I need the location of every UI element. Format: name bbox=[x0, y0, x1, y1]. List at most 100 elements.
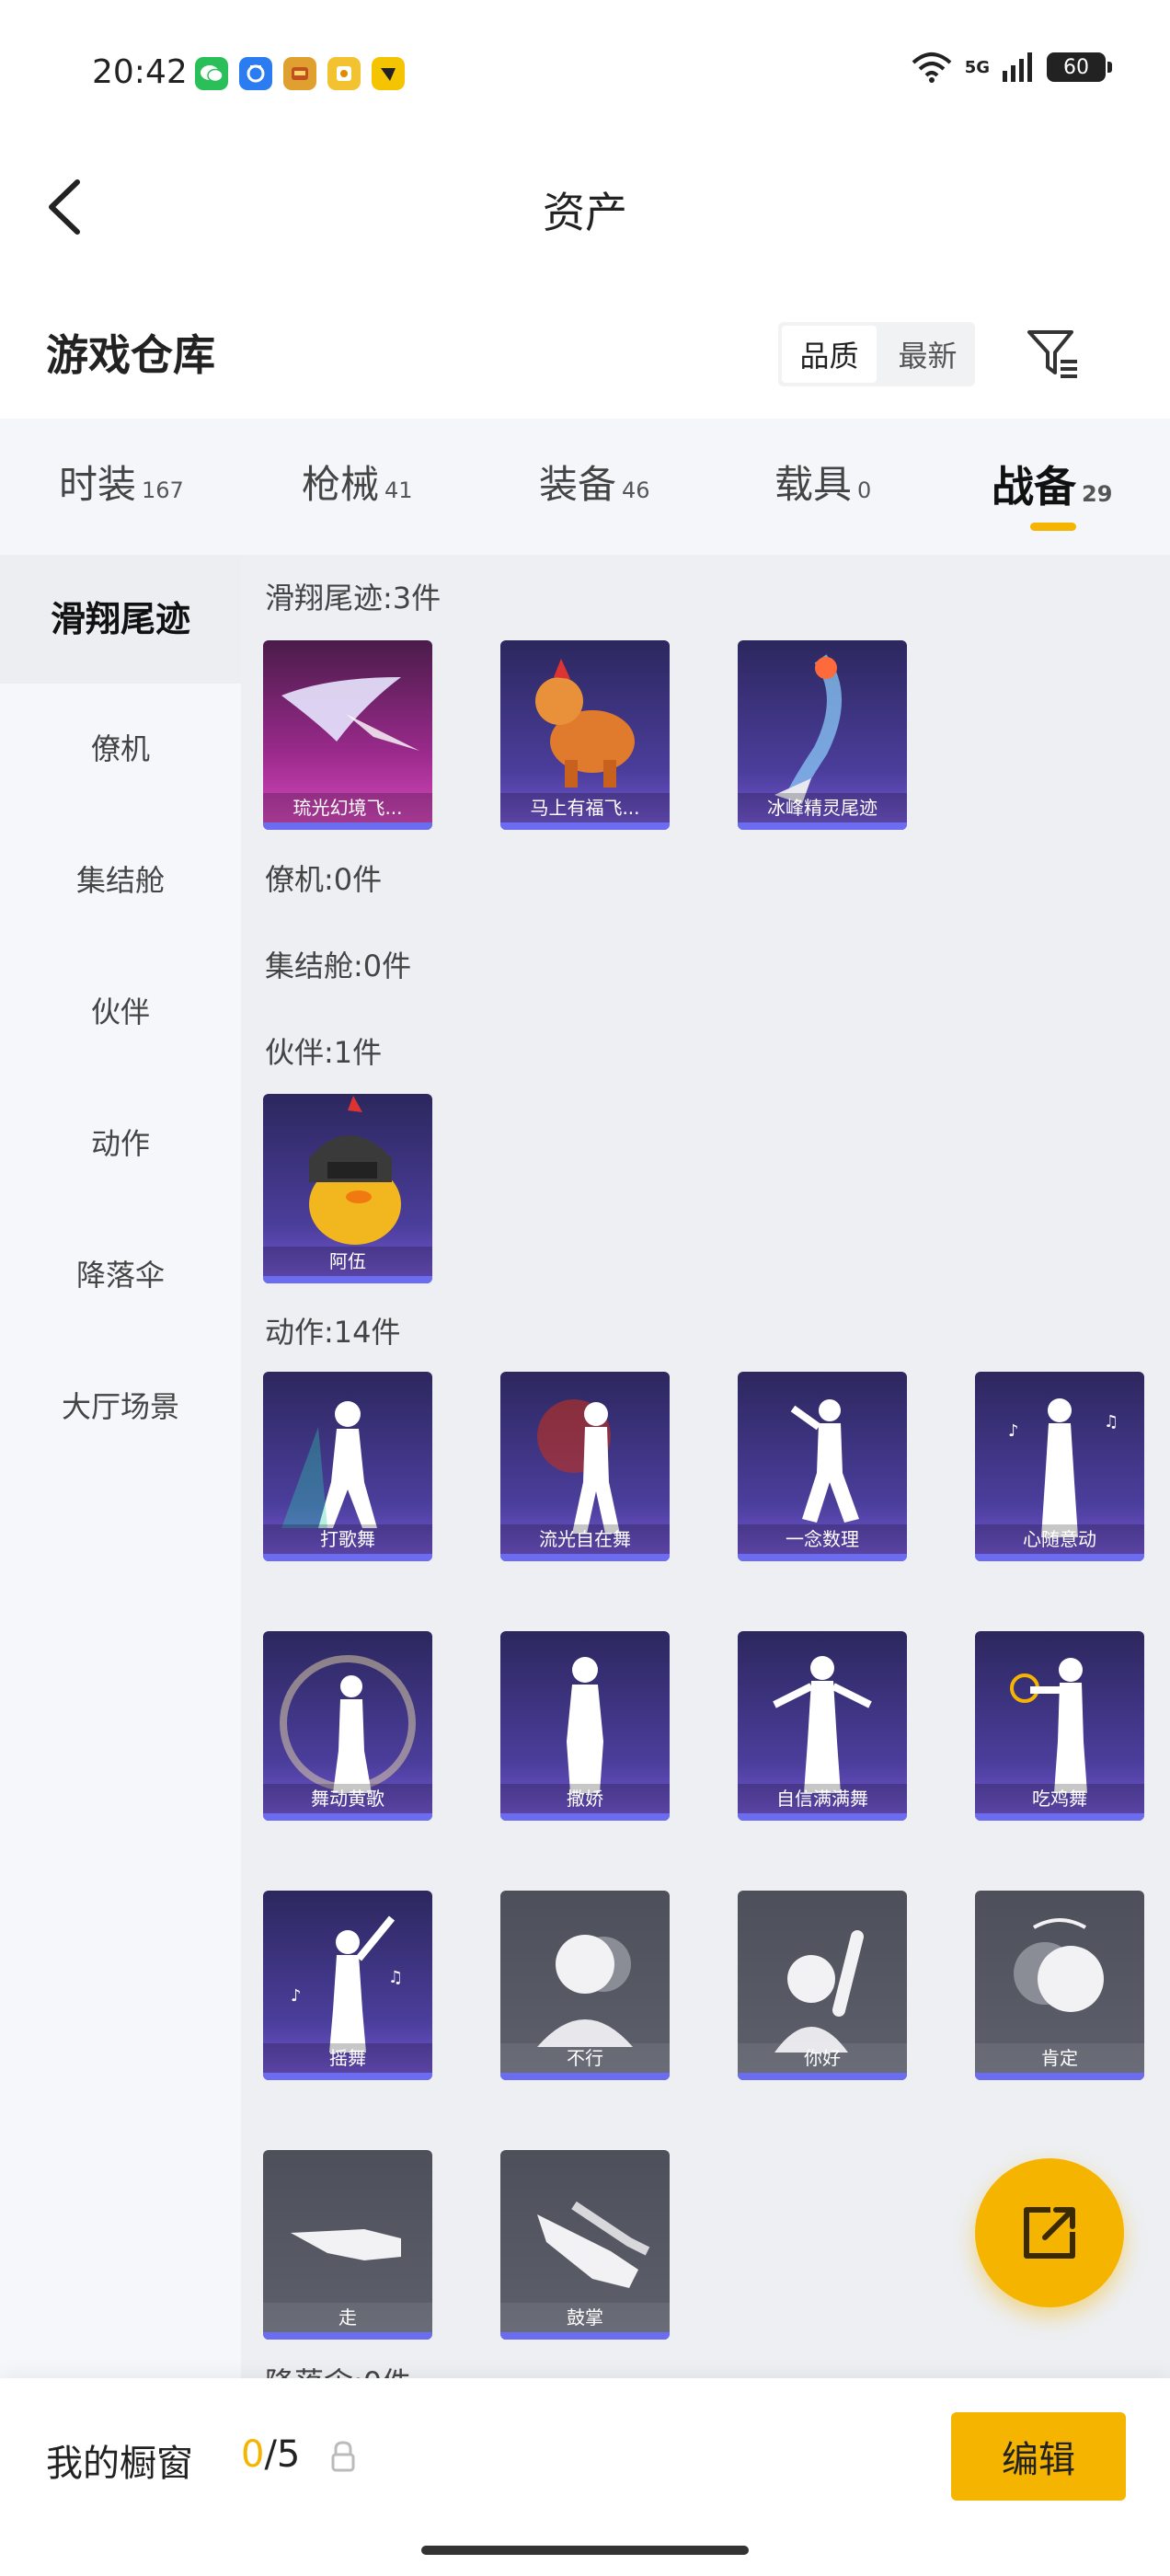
tab-count: 29 bbox=[1082, 481, 1113, 507]
share-icon bbox=[1024, 2207, 1075, 2259]
tab-label: 战备 bbox=[992, 462, 1076, 512]
lock-icon bbox=[331, 2441, 355, 2472]
status-time: 20:42 bbox=[92, 53, 188, 91]
asset-card[interactable]: 你好 bbox=[738, 1891, 907, 2080]
tab-label: 时装 bbox=[59, 462, 137, 507]
group-label-capsule: 集结舱:0件 bbox=[265, 949, 412, 983]
home-indicator[interactable] bbox=[421, 2546, 749, 2555]
rarity-bar bbox=[500, 1813, 670, 1821]
asset-card[interactable]: 鼓掌 bbox=[500, 2150, 670, 2340]
group-label-parachute: 降落伞:0件 bbox=[265, 2360, 411, 2378]
showcase-total: /5 bbox=[264, 2433, 301, 2476]
tab-fashion[interactable]: 时装 167 bbox=[59, 454, 184, 510]
asset-card[interactable]: 冰峰精灵尾迹 bbox=[738, 640, 907, 830]
category-tabs: 时装 167 枪械 41 装备 46 载具 0 战备 29 bbox=[0, 419, 1170, 555]
tab-count: 0 bbox=[857, 477, 872, 503]
sidebar-item-glide-trail[interactable]: 滑翔尾迹 bbox=[0, 555, 241, 684]
asset-name: 阿伍 bbox=[263, 1247, 432, 1276]
rarity-bar bbox=[738, 1554, 907, 1561]
asset-name: 马上有福飞... bbox=[500, 793, 670, 822]
group-label-glide: 滑翔尾迹:3件 bbox=[265, 581, 442, 615]
rarity-bar bbox=[500, 2332, 670, 2340]
tab-battle-prep[interactable]: 战备 29 bbox=[992, 454, 1112, 514]
asset-card[interactable]: ♪ ♫ 心随意动 bbox=[975, 1372, 1144, 1561]
rarity-bar bbox=[975, 2073, 1144, 2080]
sidebar-item-lobby-scene[interactable]: 大厅场景 bbox=[0, 1341, 241, 1473]
tab-count: 46 bbox=[622, 477, 650, 503]
sidebar-item-emote[interactable]: 动作 bbox=[0, 1078, 241, 1210]
asset-card[interactable]: 一念数理 bbox=[738, 1372, 907, 1561]
svg-text:♫: ♫ bbox=[1104, 1412, 1118, 1432]
tab-label: 枪械 bbox=[302, 462, 380, 507]
rarity-bar bbox=[500, 2073, 670, 2080]
signal-icon bbox=[1003, 52, 1032, 82]
group-label-wingman: 僚机:0件 bbox=[265, 862, 383, 897]
asset-card[interactable]: 琉光幻境飞... bbox=[263, 640, 432, 830]
rarity-bar bbox=[263, 2332, 432, 2340]
tab-count: 41 bbox=[384, 477, 413, 503]
sidebar: 滑翔尾迹 僚机 集结舱 伙伴 动作 降落伞 大厅场景 bbox=[0, 555, 241, 2378]
asset-name: 吃鸡舞 bbox=[975, 1784, 1144, 1813]
warehouse-title: 游戏仓库 bbox=[46, 330, 215, 380]
tab-weapons[interactable]: 枪械 41 bbox=[302, 454, 413, 510]
browser-icon bbox=[239, 57, 272, 90]
asset-name: 琉光幻境飞... bbox=[263, 793, 432, 822]
rarity-bar bbox=[975, 1813, 1144, 1821]
sidebar-item-parachute[interactable]: 降落伞 bbox=[0, 1210, 241, 1341]
sidebar-item-partner[interactable]: 伙伴 bbox=[0, 947, 241, 1078]
asset-name: 撒娇 bbox=[500, 1784, 670, 1813]
asset-name: 舞动黄歌 bbox=[263, 1784, 432, 1813]
share-button[interactable] bbox=[975, 2158, 1124, 2307]
asset-card[interactable]: 打歌舞 bbox=[263, 1372, 432, 1561]
asset-card[interactable]: 马上有福飞... bbox=[500, 640, 670, 830]
svg-text:♪: ♪ bbox=[1008, 1421, 1019, 1441]
rarity-bar bbox=[738, 2073, 907, 2080]
showcase-count: 0/5 bbox=[241, 2433, 300, 2476]
filter-button[interactable] bbox=[1021, 322, 1085, 386]
asset-name: 走 bbox=[263, 2303, 432, 2332]
sort-latest-option[interactable]: 最新 bbox=[880, 322, 975, 386]
asset-card[interactable]: ♪ ♫ 摇舞 bbox=[263, 1891, 432, 2080]
asset-card[interactable]: 不行 bbox=[500, 1891, 670, 2080]
tab-vehicles[interactable]: 载具 0 bbox=[774, 454, 871, 510]
active-tab-indicator bbox=[1030, 523, 1076, 531]
svg-text:♫: ♫ bbox=[388, 1968, 403, 1987]
asset-card[interactable]: 吃鸡舞 bbox=[975, 1631, 1144, 1821]
rarity-bar bbox=[263, 1554, 432, 1561]
showcase-label: 我的橱窗 bbox=[46, 2443, 193, 2485]
wifi-icon bbox=[912, 52, 952, 83]
group-label-emote: 动作:14件 bbox=[265, 1315, 401, 1350]
sort-quality-option[interactable]: 品质 bbox=[782, 326, 877, 383]
battery-level: 60 bbox=[1063, 55, 1089, 79]
game-app-icon bbox=[283, 57, 316, 90]
rarity-bar bbox=[975, 1554, 1144, 1561]
asset-name: 一念数理 bbox=[738, 1524, 907, 1554]
showcase-current: 0 bbox=[241, 2433, 265, 2476]
wechat-icon bbox=[195, 57, 228, 90]
tab-count: 167 bbox=[142, 477, 184, 503]
asset-card[interactable]: 肯定 bbox=[975, 1891, 1144, 2080]
sidebar-item-capsule[interactable]: 集结舱 bbox=[0, 815, 241, 947]
asset-card[interactable]: 走 bbox=[263, 2150, 432, 2340]
battery-icon: 60 bbox=[1047, 52, 1112, 82]
asset-card[interactable]: 撒娇 bbox=[500, 1631, 670, 1821]
asset-card[interactable]: 舞动黄歌 bbox=[263, 1631, 432, 1821]
asset-content: 滑翔尾迹:3件 琉光幻境飞... 马上有福飞... 冰峰精灵尾迹 僚机:0件 集… bbox=[241, 555, 1170, 2378]
rarity-bar bbox=[738, 822, 907, 830]
asset-name: 心随意动 bbox=[975, 1524, 1144, 1554]
tab-equipment[interactable]: 装备 46 bbox=[539, 454, 650, 510]
sort-toggle: 品质 最新 bbox=[778, 322, 975, 386]
asset-name: 你好 bbox=[738, 2043, 907, 2073]
asset-name: 不行 bbox=[500, 2043, 670, 2073]
asset-card[interactable]: 自信满满舞 bbox=[738, 1631, 907, 1821]
asset-name: 自信满满舞 bbox=[738, 1784, 907, 1813]
sidebar-item-wingman[interactable]: 僚机 bbox=[0, 684, 241, 815]
rarity-bar bbox=[263, 1276, 432, 1283]
asset-name: 肯定 bbox=[975, 2043, 1144, 2073]
rarity-bar bbox=[263, 2073, 432, 2080]
edit-button[interactable]: 编辑 bbox=[951, 2412, 1126, 2501]
rarity-bar bbox=[500, 822, 670, 830]
network-type: 5G bbox=[964, 57, 990, 77]
asset-card[interactable]: 流光自在舞 bbox=[500, 1372, 670, 1561]
asset-card[interactable]: 阿伍 bbox=[263, 1094, 432, 1283]
